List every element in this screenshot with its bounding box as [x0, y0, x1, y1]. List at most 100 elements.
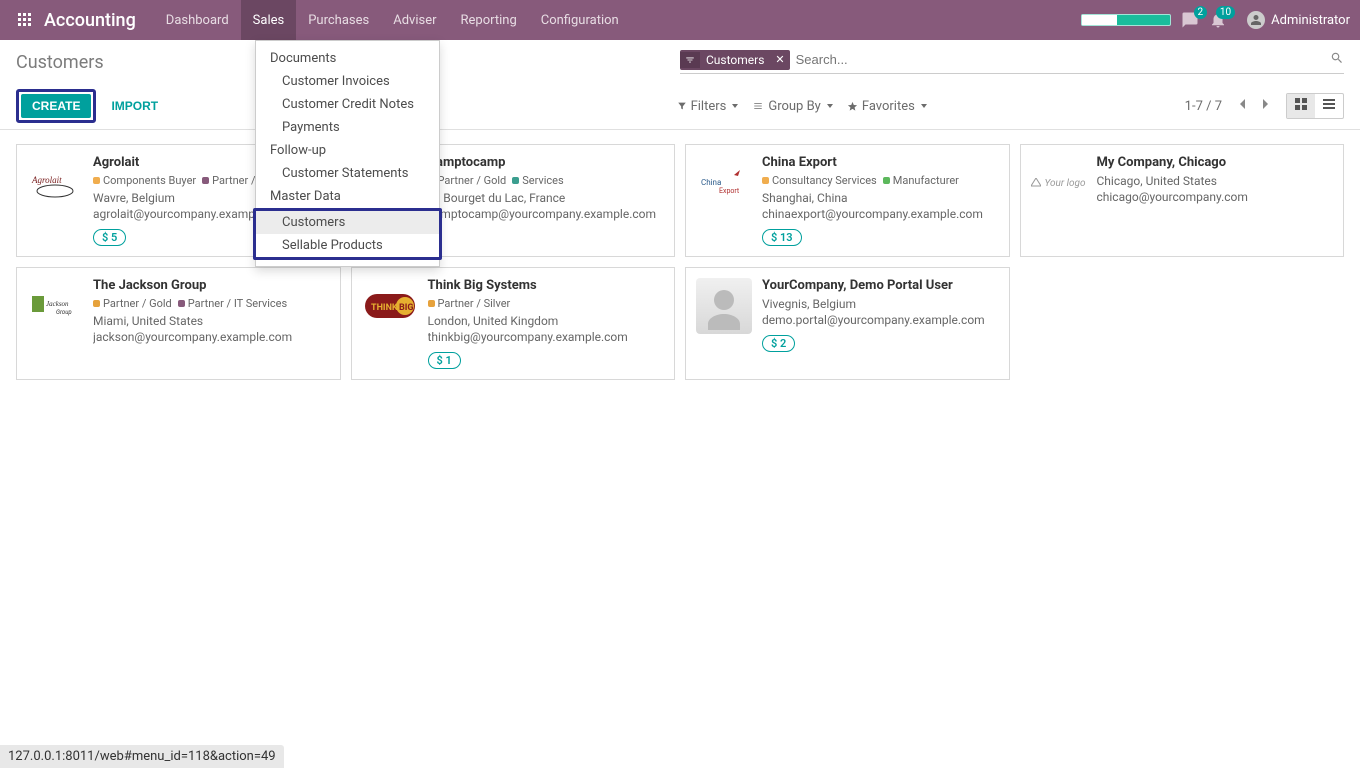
- conversations-icon[interactable]: 2: [1181, 11, 1199, 29]
- card-email: thinkbig@yourcompany.example.com: [428, 330, 665, 344]
- customer-card[interactable]: YourCompany, Demo Portal User Vivegnis, B…: [685, 267, 1010, 380]
- card-location: Le Bourget du Lac, France: [428, 191, 665, 205]
- svg-text:BIG: BIG: [399, 303, 414, 313]
- facet-label: Customers: [700, 50, 770, 70]
- amount-badge: $ 2: [762, 335, 795, 352]
- top-navbar: Accounting DashboardSalesPurchasesAdvise…: [0, 0, 1360, 40]
- card-title: Camptocamp: [428, 155, 665, 170]
- card-location: Miami, United States: [93, 314, 330, 328]
- card-title: Think Big Systems: [428, 278, 665, 293]
- card-email: jackson@yourcompany.example.com: [93, 330, 330, 344]
- card-tags: Consultancy Services Manufacturer: [762, 174, 999, 187]
- dropdown-item[interactable]: Customer Statements: [256, 162, 439, 185]
- nav-menu: DashboardSalesPurchasesAdviserReportingC…: [154, 0, 631, 40]
- card-logo: Your logo: [1031, 155, 1087, 211]
- dropdown-item[interactable]: Customer Invoices: [256, 70, 439, 93]
- kanban-view: AgrolaitAgrolaitComponents BuyerPartner …: [0, 130, 1360, 394]
- filters-dropdown[interactable]: Filters: [677, 99, 739, 114]
- search-facet[interactable]: Customers ✕: [680, 50, 790, 70]
- customer-card[interactable]: Your logo My Company, Chicago Chicago, Uni…: [1020, 144, 1345, 257]
- card-logo: ChinaExport: [696, 155, 752, 211]
- amount-badge: $ 13: [762, 229, 802, 246]
- nav-item-sales[interactable]: Sales: [241, 0, 297, 40]
- card-email: demo.portal@yourcompany.example.com: [762, 313, 999, 327]
- card-email: camptocamp@yourcompany.example.com: [428, 207, 665, 221]
- card-email: chicago@yourcompany.com: [1097, 190, 1334, 204]
- groupby-dropdown[interactable]: Group By: [752, 99, 833, 114]
- card-logo: Agrolait: [27, 155, 83, 211]
- progress-indicator[interactable]: [1081, 14, 1171, 26]
- svg-text:Group: Group: [56, 309, 72, 316]
- funnel-icon: [680, 52, 700, 68]
- import-button[interactable]: Import: [100, 94, 169, 118]
- highlight-dropdown: CustomersSellable Products: [253, 208, 442, 260]
- dropdown-item[interactable]: Customer Credit Notes: [256, 93, 439, 116]
- star-icon: [847, 101, 858, 112]
- nav-item-dashboard[interactable]: Dashboard: [154, 0, 241, 40]
- favorites-dropdown[interactable]: Favorites: [847, 99, 927, 114]
- apps-icon[interactable]: [10, 13, 40, 27]
- control-panel: Customers Customers ✕ Create Import: [0, 40, 1360, 130]
- card-logo: JacksonGroup: [27, 278, 83, 334]
- customer-card[interactable]: ChinaExport China Export Consultancy Servi…: [685, 144, 1010, 257]
- card-title: My Company, Chicago: [1097, 155, 1334, 170]
- conversations-badge: 2: [1194, 6, 1208, 19]
- list-icon: [752, 101, 764, 111]
- search-icon[interactable]: [1330, 51, 1344, 69]
- amount-badge: $ 5: [93, 229, 126, 246]
- pager-text[interactable]: 1-7 / 7: [1185, 99, 1222, 114]
- activities-badge: 10: [1216, 6, 1235, 19]
- statusbar: 127.0.0.1:8011/web#menu_id=118&action=49: [0, 745, 284, 768]
- app-brand[interactable]: Accounting: [44, 10, 136, 31]
- view-list-button[interactable]: [1315, 94, 1343, 118]
- svg-text:China: China: [701, 178, 721, 187]
- user-menu[interactable]: Administrator: [1247, 11, 1350, 29]
- nav-item-purchases[interactable]: Purchases: [296, 0, 381, 40]
- search-input[interactable]: [790, 48, 1330, 71]
- card-email: chinaexport@yourcompany.example.com: [762, 207, 999, 221]
- card-tags: Partner / Silver: [428, 297, 665, 310]
- svg-text:Agrolait: Agrolait: [31, 175, 62, 185]
- search-bar[interactable]: Customers ✕: [680, 48, 1344, 74]
- dropdown-header: Master Data: [256, 185, 439, 208]
- card-location: Shanghai, China: [762, 191, 999, 205]
- card-title: YourCompany, Demo Portal User: [762, 278, 999, 293]
- card-location: Vivegnis, Belgium: [762, 297, 999, 311]
- dropdown-item[interactable]: Payments: [256, 116, 439, 139]
- pager-next[interactable]: [1258, 96, 1274, 116]
- tag: Partner / Silver: [428, 297, 511, 310]
- nav-item-reporting[interactable]: Reporting: [449, 0, 529, 40]
- user-name: Administrator: [1271, 13, 1350, 28]
- highlight-create: Create: [16, 89, 96, 123]
- dropdown-item[interactable]: Sellable Products: [256, 234, 439, 257]
- customer-card[interactable]: JacksonGroupThe Jackson GroupPartner / G…: [16, 267, 341, 380]
- card-tags: Partner / Gold Partner / IT Services: [93, 297, 330, 310]
- customer-card[interactable]: THINKBIG Think Big Systems Partner / Silve…: [351, 267, 676, 380]
- pager-prev[interactable]: [1234, 96, 1250, 116]
- avatar-icon: [1247, 11, 1265, 29]
- card-logo: [696, 278, 752, 334]
- view-kanban-button[interactable]: [1287, 94, 1315, 118]
- funnel-icon: [677, 101, 687, 111]
- nav-item-adviser[interactable]: Adviser: [381, 0, 448, 40]
- tag: Consultancy Services: [762, 174, 877, 187]
- facet-remove-icon[interactable]: ✕: [770, 50, 789, 69]
- tag: Partner / Gold: [93, 297, 172, 310]
- sales-dropdown: DocumentsCustomer InvoicesCustomer Credi…: [255, 40, 440, 267]
- nav-item-configuration[interactable]: Configuration: [529, 0, 631, 40]
- tag: Services: [512, 174, 563, 187]
- create-button[interactable]: Create: [21, 94, 91, 118]
- tag: Partner / IT Services: [178, 297, 287, 310]
- activities-icon[interactable]: 10: [1209, 11, 1227, 29]
- card-tags: Partner / GoldServices: [428, 174, 665, 187]
- card-location: Chicago, United States: [1097, 174, 1334, 188]
- tag: Manufacturer: [883, 174, 959, 187]
- svg-text:Jackson: Jackson: [46, 300, 69, 308]
- card-location: London, United Kingdom: [428, 314, 665, 328]
- card-logo: THINKBIG: [362, 278, 418, 334]
- dropdown-header: Follow-up: [256, 139, 439, 162]
- dropdown-item[interactable]: Customers: [256, 211, 439, 234]
- dropdown-header: Documents: [256, 47, 439, 70]
- card-title: China Export: [762, 155, 999, 170]
- tag: Components Buyer: [93, 174, 196, 187]
